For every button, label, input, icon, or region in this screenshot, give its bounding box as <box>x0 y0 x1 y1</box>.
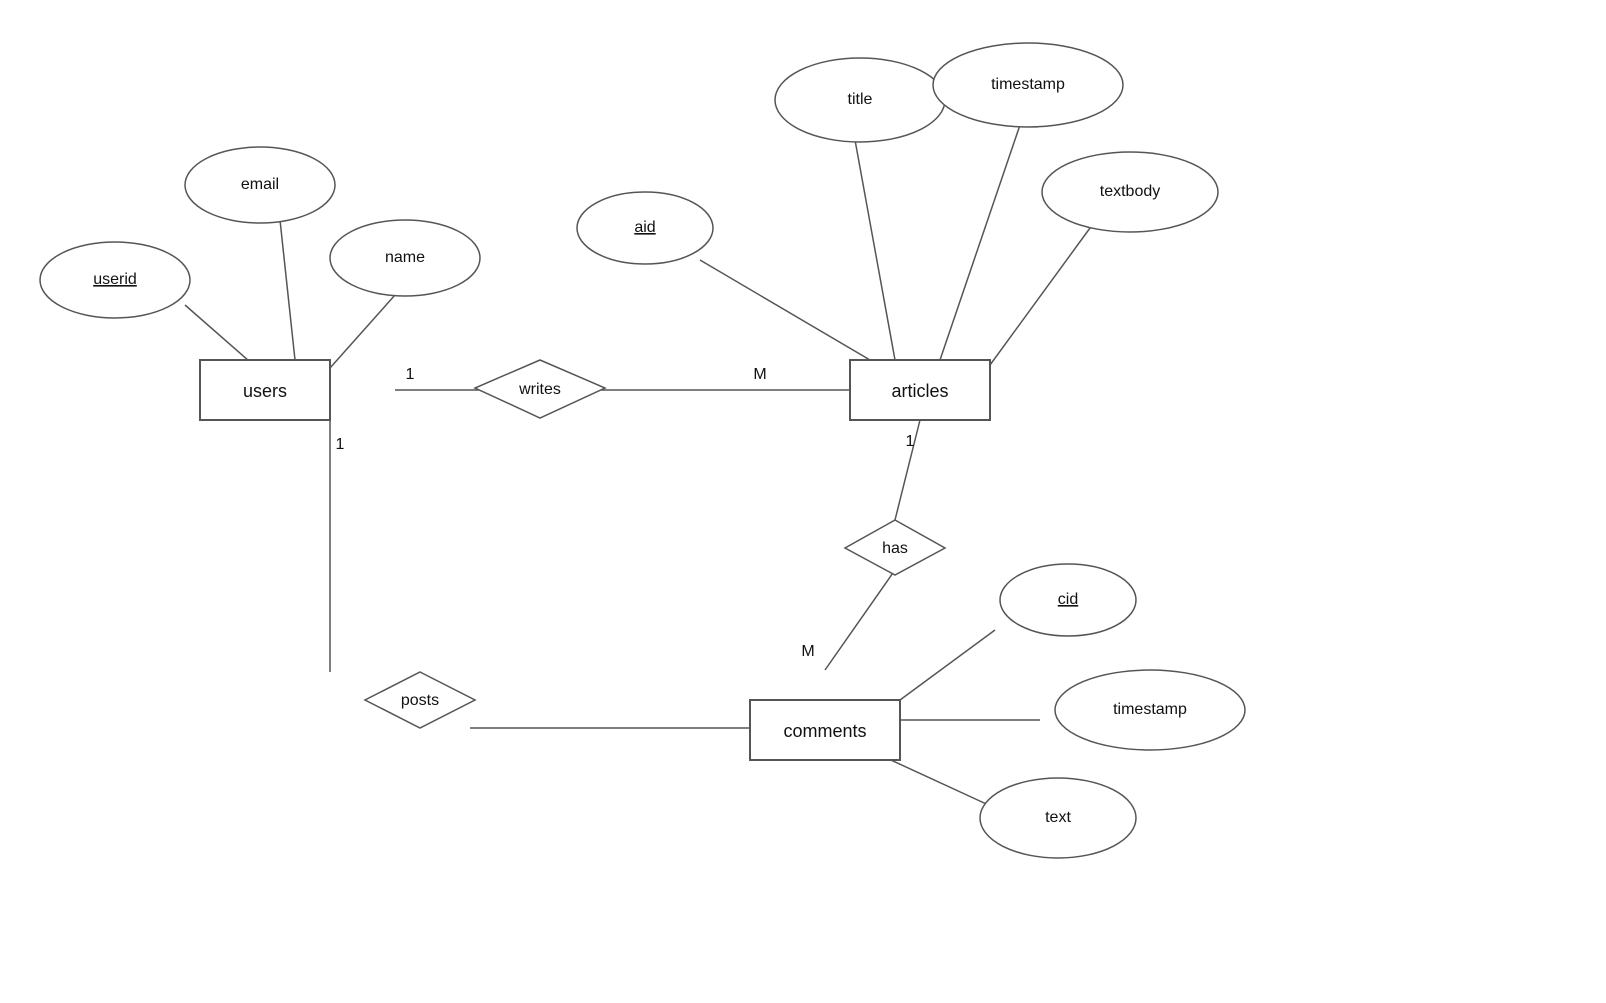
rel-writes-label: writes <box>518 381 561 398</box>
line-articles-title <box>855 140 895 360</box>
line-users-name <box>330 295 395 368</box>
attr-name-label: name <box>385 249 425 266</box>
attr-cid-label: cid <box>1058 591 1078 608</box>
entity-articles-label: articles <box>891 381 948 401</box>
line-articles-aid <box>700 260 870 360</box>
line-comments-text <box>880 755 995 808</box>
card-articles-has-1: 1 <box>906 433 915 450</box>
line-comments-cid <box>900 630 995 700</box>
entity-users-label: users <box>243 381 287 401</box>
card-has-comments-M: M <box>801 643 814 660</box>
line-articles-timestamp <box>940 125 1020 360</box>
attr-aid-label: aid <box>634 219 655 236</box>
er-diagram: 1 M 1 M 1 M users articles comments writ… <box>0 0 1606 998</box>
attr-email-label: email <box>241 176 279 193</box>
attr-timestamp-comments-label: timestamp <box>1113 701 1187 718</box>
attr-text-label: text <box>1045 809 1071 826</box>
attr-title-label: title <box>848 91 873 108</box>
rel-has-label: has <box>882 540 908 557</box>
attr-textbody-label: textbody <box>1100 183 1160 200</box>
line-has-comments <box>825 570 895 670</box>
attr-timestamp-articles-label: timestamp <box>991 76 1065 93</box>
attr-userid-label: userid <box>93 271 137 288</box>
rel-posts-label: posts <box>401 692 439 709</box>
line-users-email <box>280 220 295 360</box>
card-writes-articles-M: M <box>753 366 766 383</box>
entity-comments-label: comments <box>783 721 866 741</box>
card-users-posts-1: 1 <box>336 436 345 453</box>
card-users-writes-1: 1 <box>406 366 415 383</box>
line-articles-textbody <box>990 228 1090 365</box>
